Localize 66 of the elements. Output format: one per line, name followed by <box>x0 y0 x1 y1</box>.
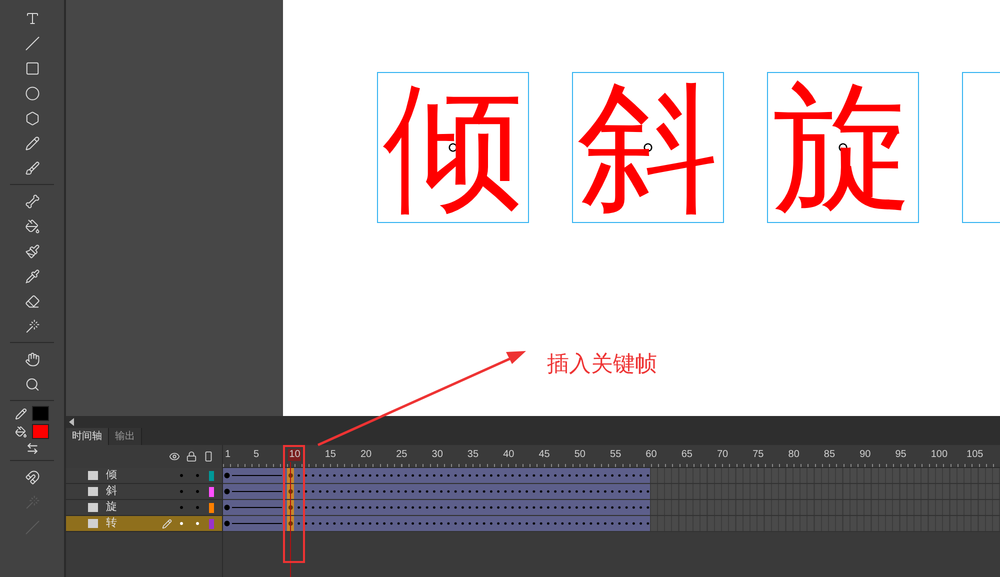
layer-row[interactable]: 倾 <box>66 468 222 484</box>
fill-color-icon <box>15 426 27 438</box>
frame-number[interactable]: 1 <box>224 449 232 461</box>
eraser-icon <box>24 294 40 308</box>
layer-color[interactable] <box>209 502 214 512</box>
layer-color[interactable] <box>209 518 214 528</box>
layer-color[interactable] <box>209 486 214 496</box>
frame-number[interactable]: 25 <box>395 449 408 461</box>
frame-number[interactable]: 5 <box>252 449 260 461</box>
horizontal-scrollbar[interactable] <box>66 416 1000 428</box>
eye-icon[interactable] <box>169 451 180 462</box>
stroke-color-icon <box>15 408 27 420</box>
frame-number[interactable]: 90 <box>858 449 872 461</box>
bone-tool-icon <box>24 194 40 208</box>
panel-tab[interactable]: 时间轴 <box>66 428 109 445</box>
layer-color[interactable] <box>209 470 214 480</box>
frame-number[interactable]: 35 <box>466 449 480 461</box>
hand-icon <box>24 352 40 366</box>
frame-span[interactable] <box>223 468 650 483</box>
frame-number[interactable]: 80 <box>787 449 800 461</box>
pencil-icon <box>162 518 172 528</box>
frame-number[interactable]: 55 <box>609 449 622 461</box>
frame-number[interactable]: 70 <box>716 449 730 461</box>
rectangle-tool-icon <box>24 60 40 76</box>
frame-span[interactable] <box>223 500 650 515</box>
ellipse-tool-icon <box>24 86 40 100</box>
frame-number[interactable]: 100 <box>930 449 949 461</box>
frame-number[interactable]: 45 <box>538 449 551 461</box>
annotation-text: 插入关键帧 <box>547 350 657 378</box>
swap-colors-icon[interactable] <box>26 442 38 455</box>
layer-name: 倾 <box>106 468 118 484</box>
layer-row[interactable]: 斜 <box>66 484 222 500</box>
lock-icon[interactable] <box>186 451 197 462</box>
frame-number[interactable]: 85 <box>822 449 836 461</box>
hexagon-tool-icon <box>24 110 40 126</box>
layer-row[interactable]: 旋 <box>66 500 222 516</box>
frame-number[interactable]: 10 <box>288 449 302 461</box>
frame-number[interactable]: 65 <box>680 449 694 461</box>
layer-row[interactable]: 转 <box>66 516 222 532</box>
paint-bucket-icon <box>24 218 40 234</box>
fill-color-swatch[interactable] <box>32 424 49 439</box>
layer-name: 转 <box>106 516 118 532</box>
panel-tab[interactable]: 输出 <box>109 428 142 445</box>
zoom-icon <box>24 376 40 392</box>
frame-number[interactable]: 105 <box>966 449 984 461</box>
text-tool-icon <box>24 10 40 26</box>
brush-tool-icon <box>24 160 40 176</box>
frame-number[interactable]: 30 <box>430 449 444 461</box>
frame-number[interactable]: 15 <box>324 449 337 461</box>
pencil-tool-icon <box>24 136 40 150</box>
frame-number[interactable]: 40 <box>502 449 516 461</box>
frame-number[interactable]: 60 <box>644 449 658 461</box>
line-tool-icon <box>24 36 40 50</box>
straighten-icon <box>24 520 40 534</box>
magnet-icon <box>24 470 40 484</box>
frame-span[interactable] <box>223 516 650 531</box>
frame-span[interactable] <box>223 484 650 499</box>
eyedropper-icon <box>24 268 40 284</box>
frame-number[interactable]: 50 <box>573 449 586 461</box>
frame-number[interactable]: 20 <box>359 449 373 461</box>
outline-icon[interactable] <box>203 451 214 462</box>
stroke-color-swatch[interactable] <box>32 406 49 421</box>
frame-number[interactable]: 95 <box>894 449 908 461</box>
layer-name: 斜 <box>106 484 118 500</box>
frame-number[interactable]: 75 <box>752 449 765 461</box>
layer-name: 旋 <box>106 500 118 516</box>
